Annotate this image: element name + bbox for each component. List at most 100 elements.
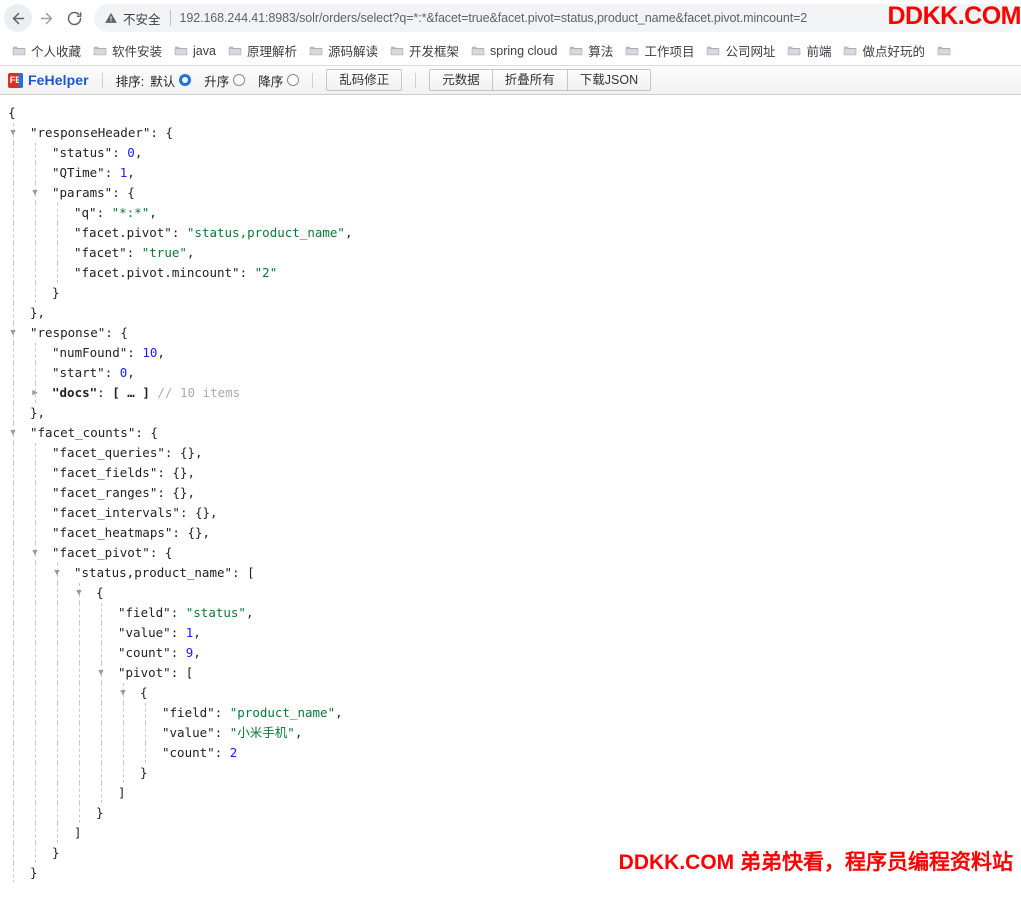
fehelper-action-button[interactable]: 元数据 bbox=[429, 69, 493, 91]
folder-icon bbox=[937, 44, 951, 58]
json-guide-line bbox=[35, 223, 36, 243]
json-line-content: "facet_pivot": { bbox=[52, 545, 173, 560]
forward-button[interactable] bbox=[32, 4, 60, 32]
bookmark-item[interactable]: 原理解析 bbox=[222, 39, 303, 62]
json-line: }, bbox=[0, 303, 1021, 323]
json-guide-line bbox=[57, 823, 58, 843]
json-guide-line bbox=[13, 143, 14, 163]
fehelper-action-button[interactable]: 折叠所有 bbox=[492, 69, 568, 91]
fehelper-logo-text: FE bbox=[9, 74, 22, 85]
json-line: "value": 1, bbox=[0, 623, 1021, 643]
json-line: ▼{ bbox=[0, 583, 1021, 603]
json-guide-line bbox=[13, 603, 14, 623]
radio-button[interactable] bbox=[233, 74, 246, 86]
collapse-triangle-icon[interactable]: ▼ bbox=[74, 583, 84, 603]
json-guide-line bbox=[13, 363, 14, 383]
json-guide-line bbox=[35, 623, 36, 643]
json-line: "count": 2 bbox=[0, 743, 1021, 763]
folder-icon bbox=[787, 44, 801, 58]
json-guide-line bbox=[79, 663, 80, 683]
json-guide-line bbox=[35, 603, 36, 623]
json-line-content: "QTime": 1, bbox=[52, 165, 135, 180]
url-text: 192.168.244.41:8983/solr/orders/select?q… bbox=[179, 11, 808, 25]
json-line-content: "facet_fields": {}, bbox=[52, 465, 195, 480]
reload-button[interactable] bbox=[60, 4, 88, 32]
collapse-triangle-icon[interactable]: ▼ bbox=[118, 683, 128, 703]
sort-option-label: 降序 bbox=[258, 74, 284, 89]
toolbar-divider-3 bbox=[415, 72, 417, 88]
bookmark-label: 原理解析 bbox=[246, 45, 297, 59]
expand-triangle-icon[interactable]: ▶ bbox=[30, 383, 40, 403]
json-guide-line bbox=[13, 803, 14, 823]
json-guide-line bbox=[13, 283, 14, 303]
json-line-content: }, bbox=[30, 305, 46, 320]
sort-option[interactable]: 升序 bbox=[204, 71, 246, 90]
bookmark-item[interactable]: 算法 bbox=[563, 39, 619, 62]
collapse-triangle-icon[interactable]: ▼ bbox=[30, 183, 40, 203]
json-line-content: "value": "小米手机", bbox=[162, 725, 303, 740]
json-guide-line bbox=[35, 843, 36, 863]
sort-option-label: 默认 bbox=[150, 74, 176, 89]
sort-option[interactable]: 降序 bbox=[258, 71, 300, 90]
bookmark-item[interactable]: 开发框架 bbox=[384, 39, 465, 62]
address-bar[interactable]: 不安全 192.168.244.41:8983/solr/orders/sele… bbox=[94, 4, 1017, 32]
bookmark-item[interactable]: 做点好玩的 bbox=[837, 39, 931, 62]
json-guide-line bbox=[57, 683, 58, 703]
json-guide-line bbox=[13, 463, 14, 483]
json-guide-line bbox=[13, 303, 14, 323]
bookmark-label: 做点好玩的 bbox=[862, 45, 925, 59]
omnibox-divider bbox=[169, 10, 171, 26]
collapse-triangle-icon[interactable]: ▼ bbox=[30, 543, 40, 563]
json-guide-line bbox=[35, 143, 36, 163]
json-guide-line bbox=[101, 603, 102, 623]
collapse-triangle-icon[interactable]: ▼ bbox=[8, 123, 18, 143]
collapse-triangle-icon[interactable]: ▼ bbox=[8, 423, 18, 443]
json-guide-line bbox=[79, 803, 80, 823]
json-guide-line bbox=[57, 223, 58, 243]
sort-option[interactable]: 默认 bbox=[150, 71, 192, 90]
json-guide-line bbox=[35, 663, 36, 683]
folder-icon bbox=[471, 44, 485, 58]
json-line-content: "field": "product_name", bbox=[162, 705, 343, 720]
json-viewer[interactable]: {▼ "responseHeader": {"status": 0, "QTime"… bbox=[0, 95, 1021, 882]
bookmark-item[interactable]: 软件安装 bbox=[87, 39, 168, 62]
json-guide-line bbox=[79, 783, 80, 803]
json-line: { bbox=[0, 103, 1021, 123]
radio-button[interactable] bbox=[179, 74, 192, 86]
json-guide-line bbox=[57, 243, 58, 263]
collapse-triangle-icon[interactable]: ▼ bbox=[96, 663, 106, 683]
bookmark-item[interactable]: 工作项目 bbox=[619, 39, 700, 62]
json-guide-line bbox=[13, 443, 14, 463]
bookmark-item[interactable] bbox=[931, 42, 957, 60]
json-guide-line bbox=[35, 283, 36, 303]
collapse-triangle-icon[interactable]: ▼ bbox=[52, 563, 62, 583]
bookmark-item[interactable]: 前端 bbox=[781, 39, 837, 62]
json-line: "facet.pivot": "status,product_name", bbox=[0, 223, 1021, 243]
fix-encoding-button[interactable]: 乱码修正 bbox=[326, 69, 403, 91]
collapse-triangle-icon[interactable]: ▼ bbox=[8, 323, 18, 343]
back-button[interactable] bbox=[4, 4, 32, 32]
json-guide-line bbox=[13, 743, 14, 763]
sort-label: 排序: bbox=[115, 74, 145, 89]
bookmark-item[interactable]: 公司网址 bbox=[700, 39, 781, 62]
warning-triangle-icon[interactable] bbox=[104, 11, 118, 25]
json-line-content: "status": 0, bbox=[52, 145, 143, 160]
json-line-content: "facet_counts": { bbox=[30, 425, 158, 440]
json-guide-line bbox=[79, 623, 80, 643]
bookmark-label: 前端 bbox=[806, 45, 832, 59]
fehelper-action-button[interactable]: 下载JSON bbox=[567, 69, 652, 91]
bookmark-item[interactable]: 个人收藏 bbox=[6, 39, 87, 62]
json-line-content: "numFound": 10, bbox=[52, 345, 165, 360]
json-guide-line bbox=[123, 723, 124, 743]
json-line-content: "start": 0, bbox=[52, 365, 135, 380]
json-guide-line bbox=[13, 863, 14, 882]
radio-button[interactable] bbox=[287, 74, 300, 86]
fehelper-brand[interactable]: FE FeHelper bbox=[8, 72, 89, 88]
json-guide-line bbox=[101, 623, 102, 643]
json-line-content: "responseHeader": { bbox=[30, 125, 173, 140]
bookmark-item[interactable]: java bbox=[168, 42, 222, 60]
arrow-right-icon bbox=[38, 10, 55, 27]
bookmark-item[interactable]: spring cloud bbox=[465, 42, 563, 60]
reload-icon bbox=[66, 10, 83, 27]
bookmark-item[interactable]: 源码解读 bbox=[303, 39, 384, 62]
